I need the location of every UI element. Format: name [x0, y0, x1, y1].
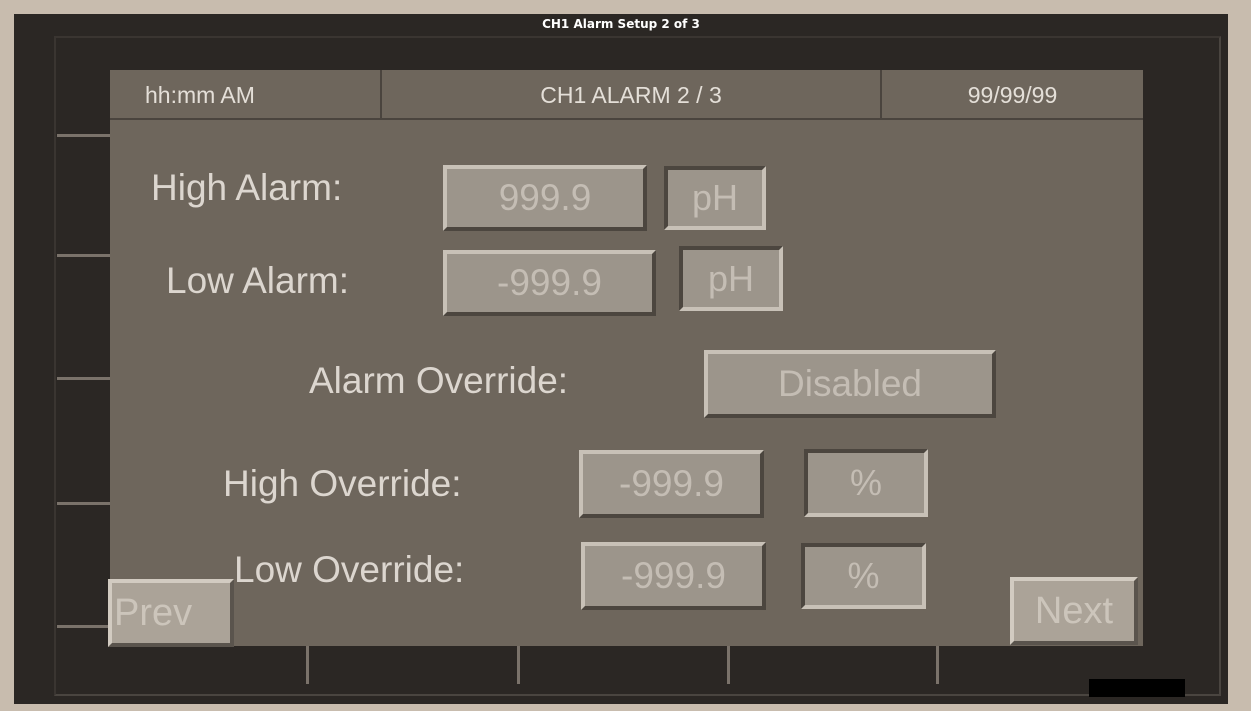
softkey-divider-4 [936, 646, 939, 684]
softkey-divider-3 [727, 646, 730, 684]
high-override-label: High Override: [223, 463, 462, 504]
low-alarm-label: Low Alarm: [166, 260, 350, 301]
screen: hh:mm AM CH1 ALARM 2 / 3 99/99/99 High A… [110, 70, 1143, 646]
header-title: CH1 ALARM 2 / 3 [540, 82, 722, 108]
softkey-left-1[interactable] [57, 14, 111, 137]
softkey-divider-1 [306, 646, 309, 684]
header-date: 99/99/99 [967, 82, 1058, 108]
device-bezel: CH1 Alarm Setup 2 of 3 hh:mm AM CH1 ALAR… [14, 14, 1228, 704]
header-time: hh:mm AM [145, 82, 255, 108]
high-alarm-value-button[interactable]: 999.9 [443, 165, 647, 231]
softkey-left-3[interactable] [57, 257, 111, 380]
softkey-left-2[interactable] [57, 134, 111, 257]
prev-button[interactable]: Prev [108, 579, 234, 647]
low-alarm-unit: pH [679, 246, 783, 311]
high-alarm-unit: pH [664, 166, 766, 230]
low-override-unit: % [801, 543, 926, 609]
softkey-divider-2 [517, 646, 520, 684]
header-bar: hh:mm AM CH1 ALARM 2 / 3 99/99/99 [110, 70, 1143, 120]
next-button[interactable]: Next [1010, 577, 1138, 645]
softkey-left-4[interactable] [57, 382, 111, 505]
low-override-label: Low Override: [234, 549, 465, 590]
status-bar-block [1089, 679, 1185, 697]
window-title: CH1 Alarm Setup 2 of 3 [542, 17, 700, 31]
high-override-unit: % [804, 449, 928, 517]
softkey-left-5[interactable] [57, 505, 111, 628]
low-override-value-button[interactable]: -999.9 [581, 542, 766, 610]
alarm-override-label: Alarm Override: [309, 360, 569, 401]
low-alarm-value-button[interactable]: -999.9 [443, 250, 656, 316]
high-alarm-label: High Alarm: [151, 167, 343, 208]
alarm-override-toggle[interactable]: Disabled [704, 350, 996, 418]
high-override-value-button[interactable]: -999.9 [579, 450, 764, 518]
